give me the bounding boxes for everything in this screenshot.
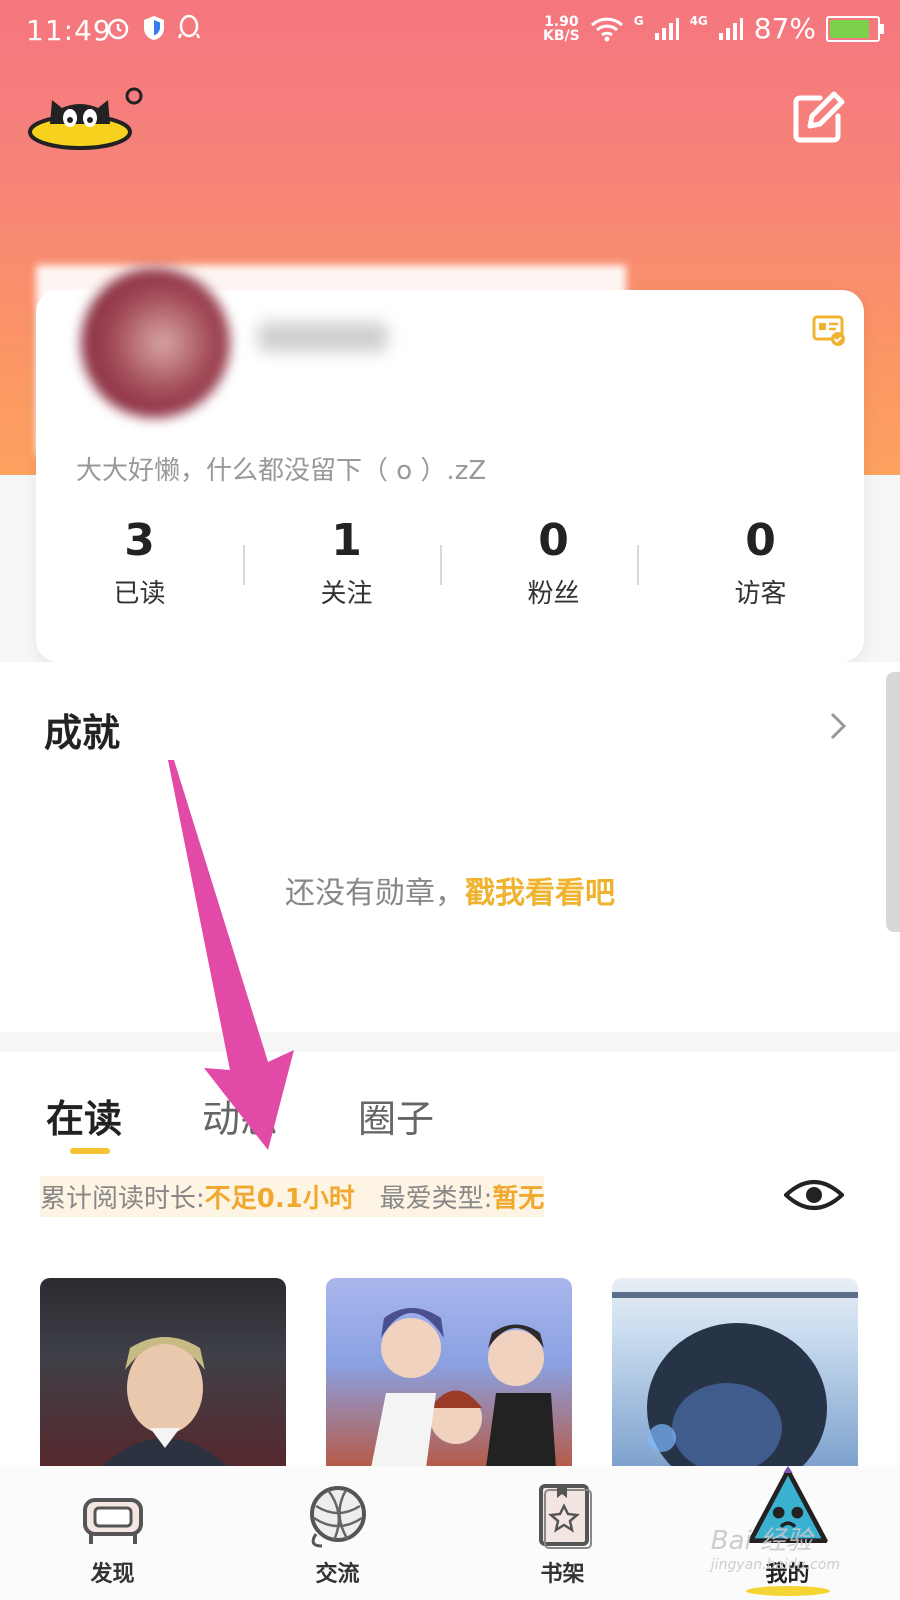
watermark-main: Bai 经验 — [710, 1526, 813, 1556]
stat-fans[interactable]: 0 粉丝 — [450, 515, 657, 610]
avatar[interactable] — [80, 268, 230, 418]
eye-icon[interactable] — [784, 1177, 844, 1213]
achievements-title[interactable]: 成就 — [44, 702, 120, 757]
stat-divider — [440, 545, 442, 585]
stat-label: 已读 — [113, 579, 166, 609]
tab-activity[interactable]: 动态 — [202, 1088, 278, 1143]
stat-read[interactable]: 3 已读 — [36, 515, 243, 610]
stat-visitors[interactable]: 0 访客 — [657, 515, 864, 610]
book-cover-art — [100, 1337, 230, 1468]
id-card-icon[interactable] — [812, 315, 846, 347]
nav-label: 发现 — [90, 1562, 135, 1587]
stat-count: 1 — [331, 515, 362, 566]
alarm-icon — [107, 18, 129, 40]
stat-count: 0 — [745, 515, 776, 566]
status-bar: 11:49 1.90 KB/S G 4G 87% — [0, 0, 900, 62]
chevron-right-icon[interactable] — [826, 710, 850, 742]
book-cover[interactable] — [40, 1278, 286, 1468]
stat-following[interactable]: 1 关注 — [243, 515, 450, 610]
sofa-icon — [82, 1498, 143, 1544]
battery-percent: 87% — [753, 12, 816, 45]
watermark-sub: jingyan.baidu.com — [710, 1557, 840, 1573]
watermark: Bai 经验 jingyan.baidu.com — [711, 1520, 840, 1573]
network-g-label: G — [633, 13, 644, 28]
book-cover[interactable] — [326, 1278, 572, 1468]
stat-divider — [637, 545, 639, 585]
shield-icon — [144, 16, 164, 40]
fav-value: 暂无 — [492, 1184, 545, 1214]
book-cover-art — [371, 1308, 556, 1468]
achievements-empty-message: 还没有勋章，戳我看看吧 — [0, 868, 900, 912]
nickname-blurred — [258, 322, 388, 352]
network-speed-value: 1.90 — [544, 13, 579, 30]
qq-icon — [177, 14, 201, 39]
achievements-link[interactable]: 戳我看看吧 — [465, 876, 615, 911]
fav-label: 最爱类型: — [379, 1184, 493, 1214]
reading-stats-line: 累计阅读时长:不足0.1小时 最爱类型:暂无 — [40, 1176, 545, 1217]
tab-circles[interactable]: 圈子 — [358, 1088, 434, 1143]
stat-count: 0 — [538, 515, 569, 566]
stat-label: 访客 — [734, 579, 787, 609]
battery-icon — [826, 15, 884, 42]
nav-item-bookshelf[interactable]: 书架 — [450, 1466, 675, 1600]
stat-label: 粉丝 — [527, 579, 580, 609]
stat-divider — [243, 545, 245, 585]
book-list — [40, 1278, 858, 1468]
signal-icon — [654, 17, 679, 40]
tab-reading[interactable]: 在读 — [46, 1088, 122, 1154]
nav-item-discover[interactable]: 发现 — [0, 1466, 225, 1600]
book-cover[interactable] — [612, 1278, 858, 1468]
cat-logo-icon[interactable] — [28, 82, 148, 152]
reading-tabs: 在读 动态 圈子 — [46, 1088, 434, 1154]
network-speed-unit: KB/S — [542, 27, 580, 44]
scrollbar[interactable] — [886, 672, 900, 932]
edit-icon[interactable] — [790, 90, 846, 146]
network-4g-label: 4G — [689, 13, 708, 28]
nav-label: 书架 — [540, 1562, 585, 1587]
wifi-icon — [590, 17, 623, 41]
book-icon — [538, 1484, 592, 1549]
stat-label: 关注 — [320, 579, 373, 609]
status-time: 11:49 — [26, 14, 112, 47]
duration-label: 累计阅读时长: — [40, 1184, 205, 1214]
stats-row: 3 已读 1 关注 0 粉丝 0 访客 — [36, 515, 864, 610]
book-cover-art — [612, 1292, 858, 1468]
yarn-ball-icon — [309, 1486, 366, 1548]
profile-bio: 大大好懒，什么都没留下（ o ）.zZ — [76, 456, 487, 486]
duration-value: 不足0.1小时 — [204, 1184, 355, 1214]
achievements-empty-text: 还没有勋章， — [285, 876, 465, 911]
achievements-section: 成就 还没有勋章，戳我看看吧 — [0, 662, 900, 1032]
nav-item-community[interactable]: 交流 — [225, 1466, 450, 1600]
stat-count: 3 — [124, 515, 155, 566]
signal-icon-2 — [718, 17, 743, 40]
nav-label: 交流 — [315, 1562, 360, 1587]
